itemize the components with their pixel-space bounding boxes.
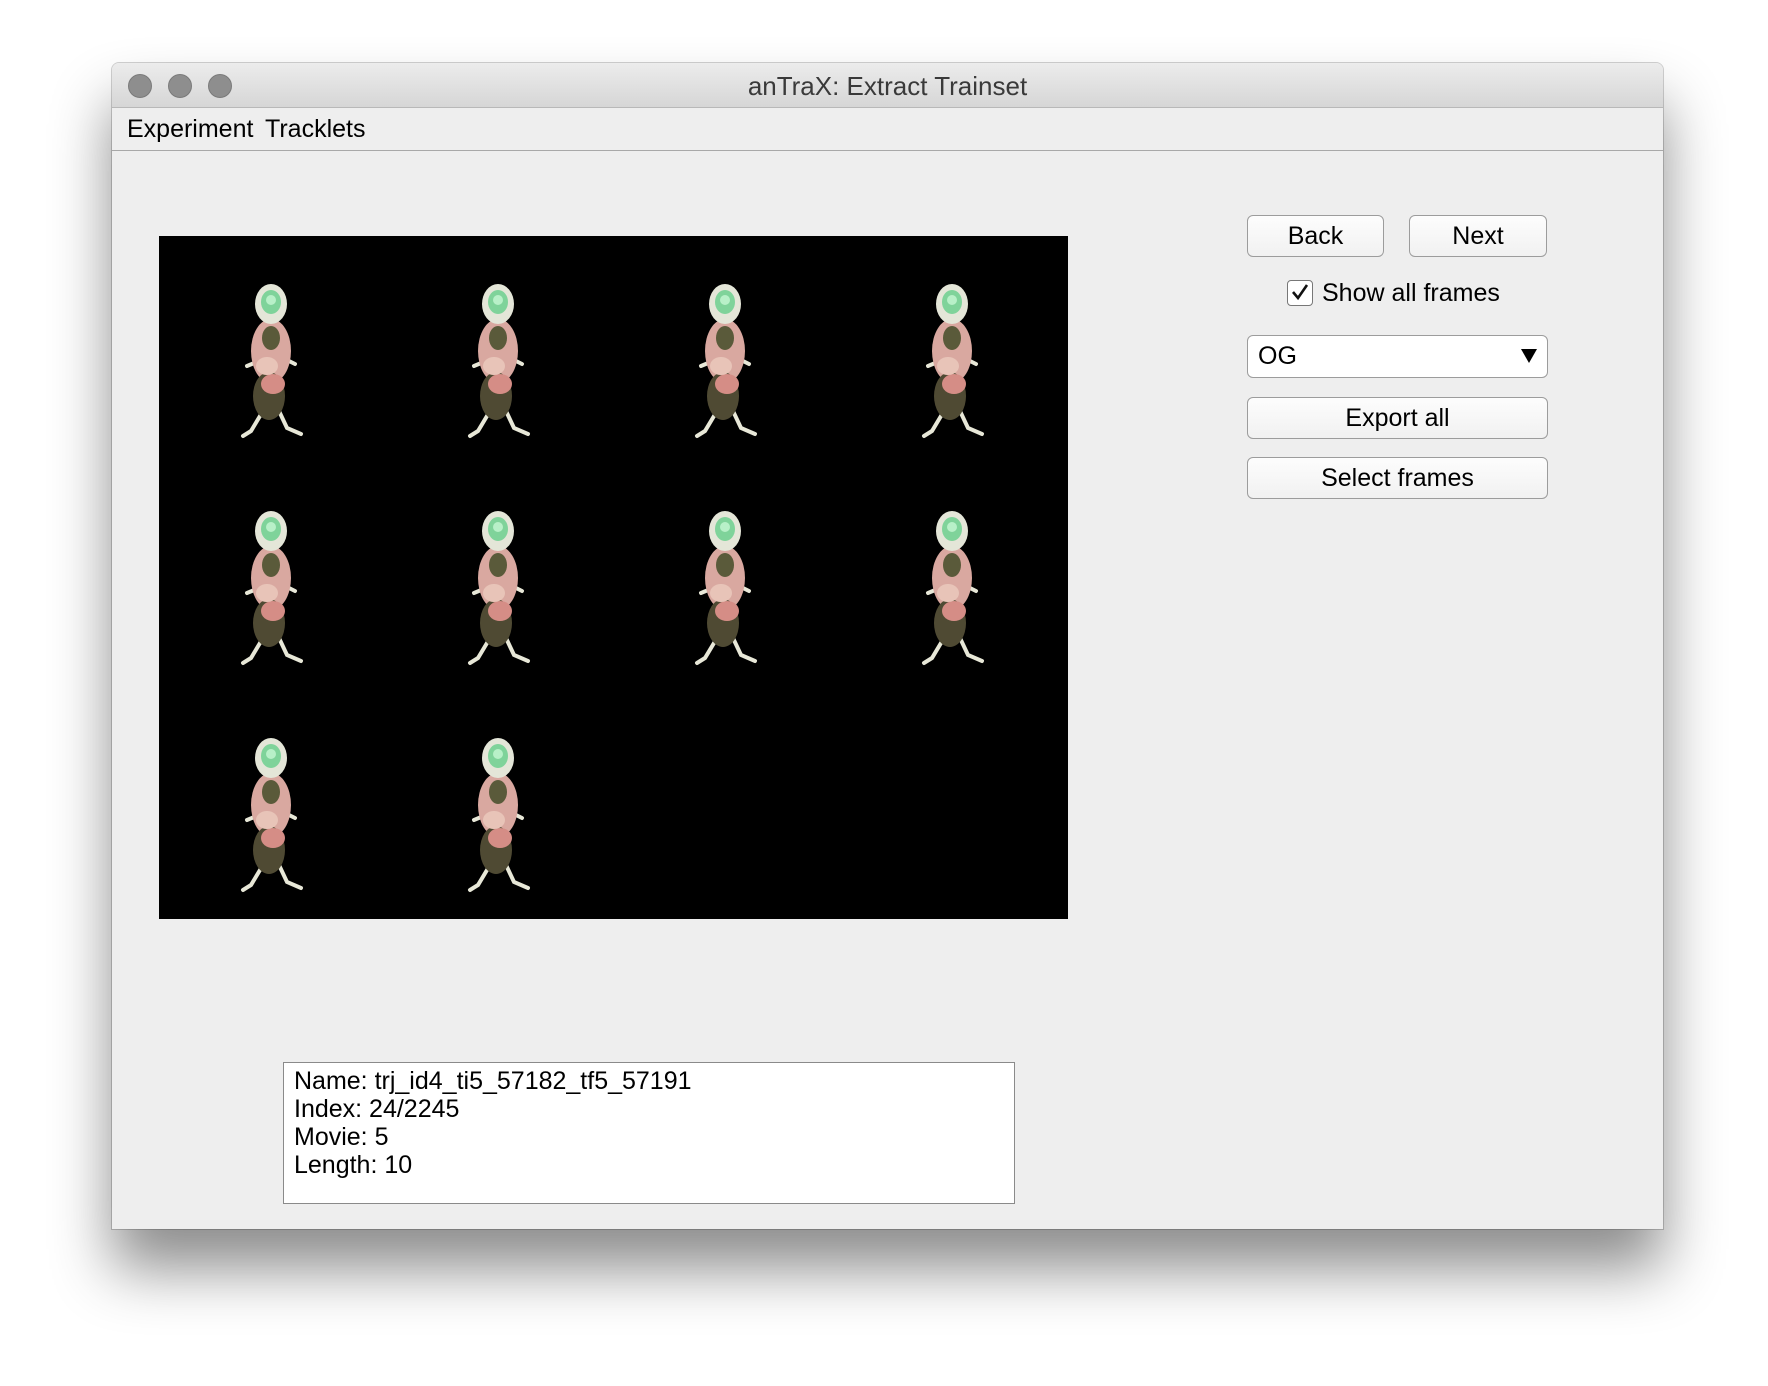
tracklet-info-box: Name: trj_id4_ti5_57182_tf5_57191 Index:… — [283, 1062, 1015, 1204]
back-button[interactable]: Back — [1247, 215, 1384, 257]
ant-frame-thumbnail[interactable] — [675, 493, 775, 683]
frames-viewer — [159, 236, 1068, 919]
ant-frame-thumbnail[interactable] — [448, 720, 548, 910]
dropdown-arrow-icon — [1521, 349, 1537, 363]
tracklet-name: Name: trj_id4_ti5_57182_tf5_57191 — [294, 1067, 692, 1095]
show-all-frames-checkbox[interactable] — [1287, 280, 1313, 306]
ant-frame-thumbnail[interactable] — [448, 266, 548, 456]
tracklet-movie: Movie: 5 — [294, 1123, 389, 1151]
classifier-select-value: OG — [1258, 342, 1297, 370]
ant-frame-thumbnail[interactable] — [221, 493, 321, 683]
ant-frame-thumbnail[interactable] — [221, 720, 321, 910]
tracklet-length: Length: 10 — [294, 1151, 413, 1179]
select-frames-button[interactable]: Select frames — [1247, 457, 1548, 499]
window-title: anTraX: Extract Trainset — [747, 71, 1028, 101]
checkmark-icon — [1292, 284, 1309, 301]
title-bar: anTraX: Extract Trainset — [112, 63, 1663, 108]
menu-bar: Experiment Tracklets — [112, 108, 1663, 151]
ant-frame-thumbnail[interactable] — [675, 266, 775, 456]
ant-frame-thumbnail[interactable] — [902, 493, 1002, 683]
show-all-frames-label: Show all frames — [1322, 279, 1500, 307]
ant-frame-thumbnail[interactable] — [448, 493, 548, 683]
classifier-select[interactable]: OG — [1247, 335, 1548, 378]
ant-frame-thumbnail[interactable] — [221, 266, 321, 456]
next-button[interactable]: Next — [1409, 215, 1547, 257]
app-window: anTraX: Extract Trainset Experiment Trac… — [112, 63, 1663, 1229]
menu-experiment[interactable]: Experiment — [127, 108, 253, 150]
tracklet-index: Index: 24/2245 — [294, 1095, 460, 1123]
ant-frame-thumbnail[interactable] — [902, 266, 1002, 456]
menu-tracklets[interactable]: Tracklets — [265, 108, 365, 150]
export-all-button[interactable]: Export all — [1247, 397, 1548, 439]
